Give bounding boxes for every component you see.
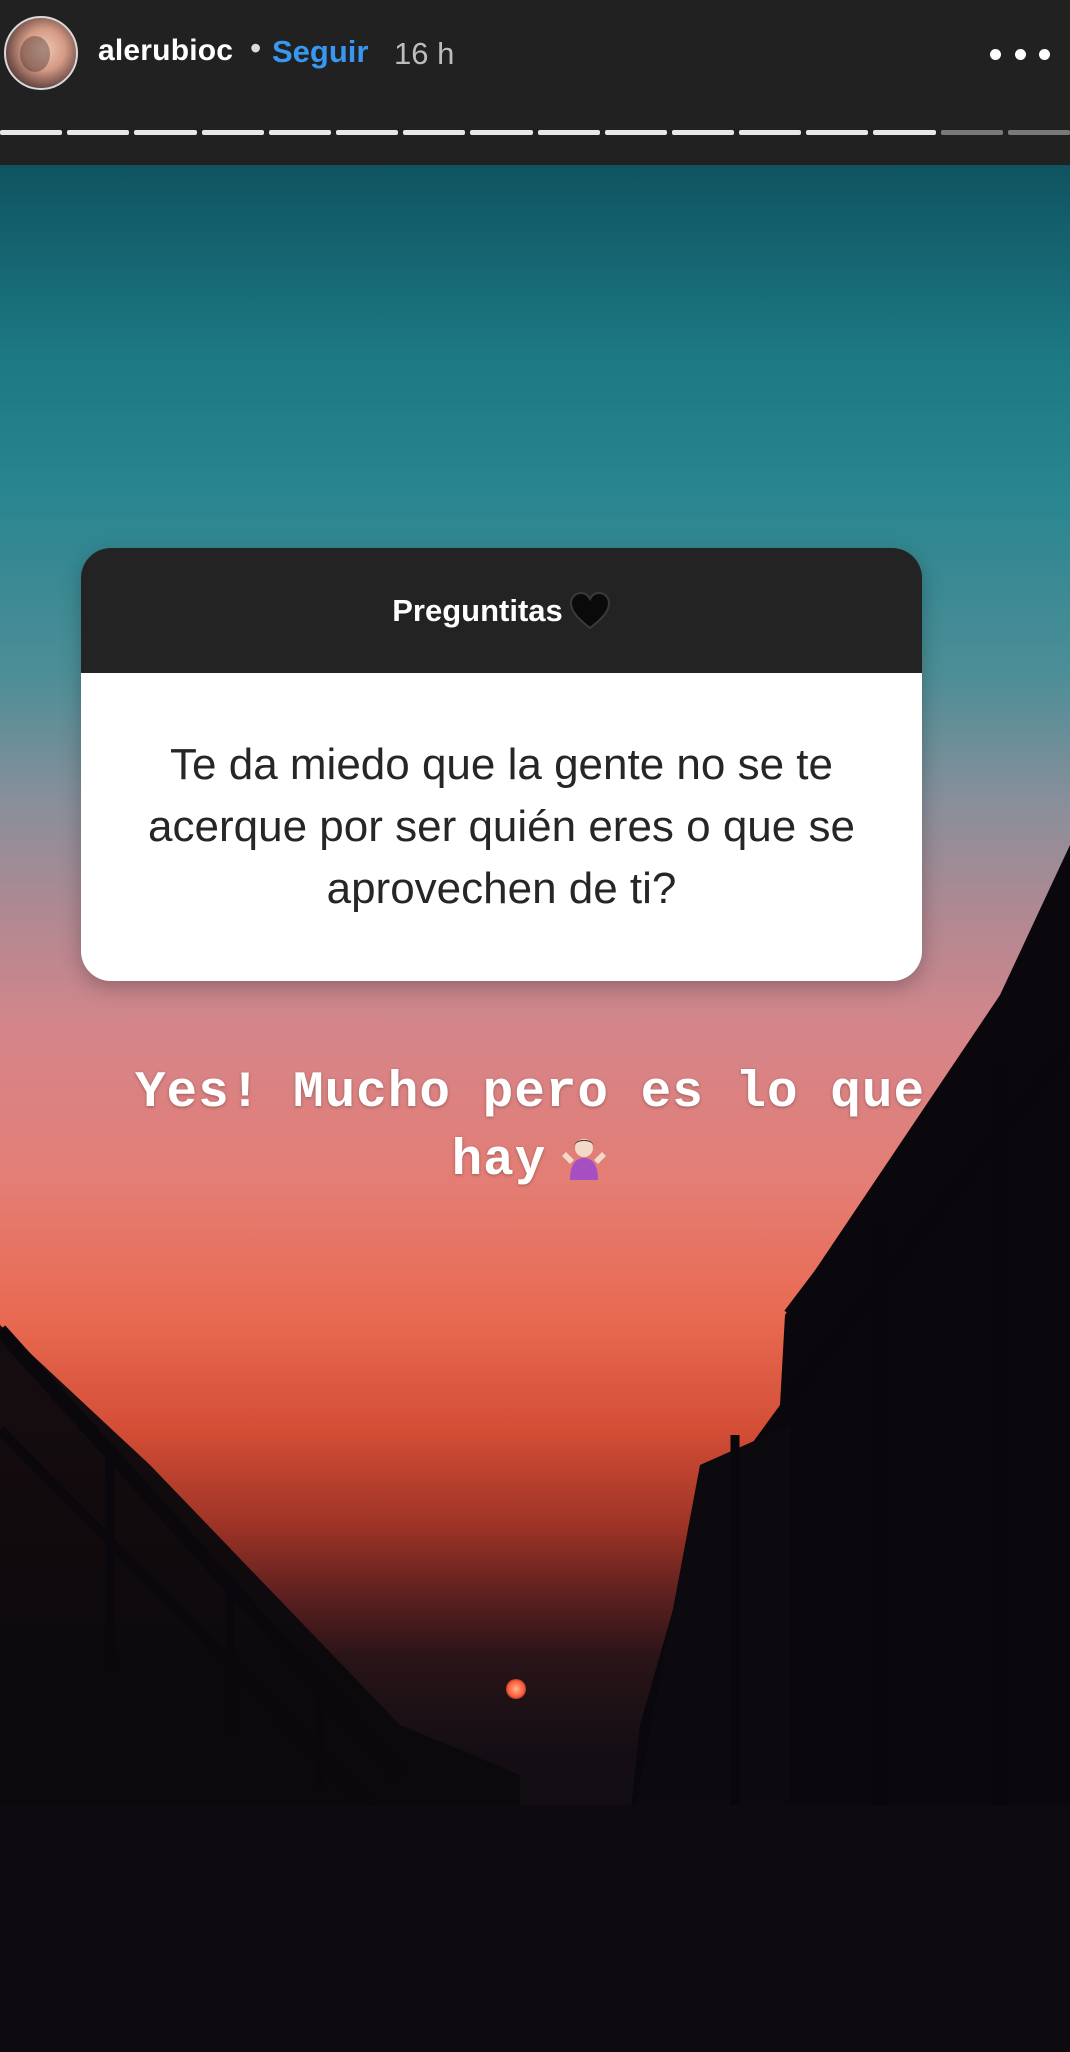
progress-segment <box>806 130 869 135</box>
progress-segment <box>134 130 197 135</box>
black-heart-icon <box>569 591 610 629</box>
progress-segment <box>268 130 331 135</box>
follow-button[interactable]: Seguir <box>272 34 368 70</box>
question-sticker-title: Preguntitas <box>392 592 563 628</box>
separator-dot: • <box>250 30 262 66</box>
progress-segment <box>940 130 1003 135</box>
question-sticker[interactable]: Preguntitas Te da miedo que la gente no … <box>81 548 922 981</box>
progress-segment <box>335 130 399 135</box>
answer-text-block: Yes! Mucho pero es lo que hay <box>80 1060 980 1196</box>
progress-segment <box>470 130 533 135</box>
progress-segment <box>873 130 936 135</box>
progress-segment <box>403 130 466 135</box>
more-dot <box>1039 48 1050 60</box>
story-progress-bar <box>0 130 1070 136</box>
story-header: alerubioc • Seguir 16 h <box>0 0 1070 165</box>
question-text: Te da miedo que la gente no se te acerqu… <box>148 740 855 913</box>
progress-segment <box>0 130 63 135</box>
progress-segment <box>604 130 667 135</box>
person-shrugging-icon <box>562 1139 607 1180</box>
more-dot <box>1014 48 1026 60</box>
timestamp: 16 h <box>394 36 455 71</box>
progress-segment <box>739 130 802 135</box>
question-sticker-body: Te da miedo que la gente no se te acerqu… <box>81 673 922 981</box>
progress-segment <box>671 130 735 135</box>
progress-segment <box>1007 130 1070 135</box>
story-viewer: alerubioc • Seguir 16 h Preguntitas Te d… <box>0 0 1070 2052</box>
progress-segment <box>537 130 600 135</box>
more-options-icon[interactable] <box>990 36 1050 72</box>
progress-segment <box>201 130 264 135</box>
more-dot <box>990 48 1001 60</box>
avatar[interactable] <box>4 16 78 90</box>
username-link[interactable]: alerubioc <box>98 34 233 68</box>
answer-text: Yes! Mucho pero es lo que hay <box>134 1065 926 1190</box>
question-sticker-header: Preguntitas <box>81 548 922 673</box>
sun <box>506 1679 526 1699</box>
progress-segment <box>67 130 130 135</box>
